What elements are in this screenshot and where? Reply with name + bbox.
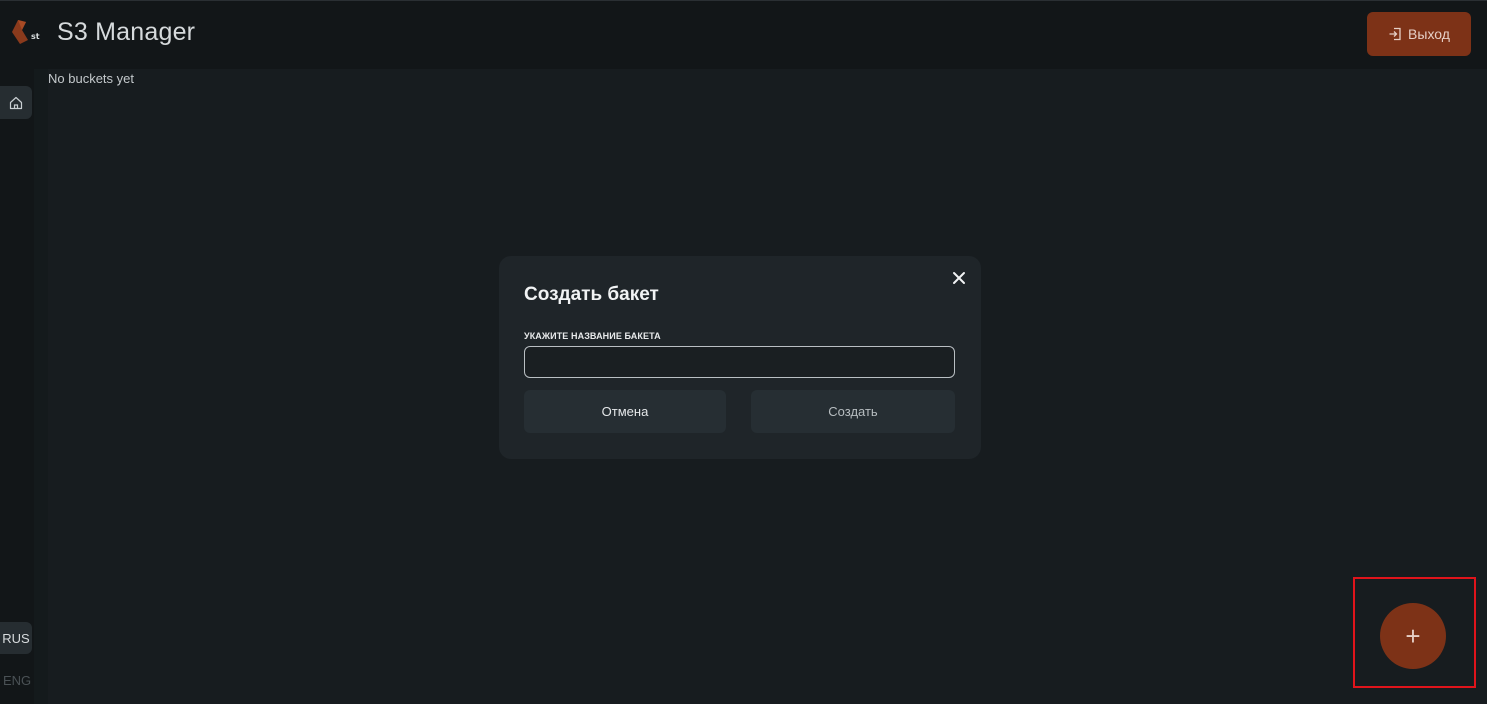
language-eng-button[interactable]: ENG [3,673,31,688]
dialog-title: Создать бакет [524,284,659,305]
logout-icon [1389,27,1401,41]
logout-button[interactable]: Выход [1367,12,1471,56]
empty-state-text: No buckets yet [48,71,134,86]
add-bucket-button[interactable]: + [1380,603,1446,669]
sidebar [0,69,34,704]
home-icon [9,96,23,109]
cancel-button[interactable]: Отмена [524,390,726,433]
app-logo: st [8,18,42,48]
app-title: S3 Manager [57,18,196,46]
logo-mark-icon: st [12,20,40,44]
dialog-close-button[interactable] [950,269,968,287]
bucket-name-input[interactable] [524,346,955,378]
app-header: st S3 Manager Выход [0,0,1487,69]
close-icon [953,272,965,284]
create-bucket-dialog: Создать бакет УКАЖИТЕ НАЗВАНИЕ БАКЕТА От… [499,256,981,459]
sidebar-gutter [34,69,48,704]
create-button[interactable]: Создать [751,390,955,433]
bucket-name-label: УКАЖИТЕ НАЗВАНИЕ БАКЕТА [524,331,661,341]
sidebar-item-home[interactable] [0,86,32,119]
language-rus-button[interactable]: RUS [0,622,32,654]
plus-icon: + [1405,620,1421,651]
logout-label: Выход [1408,26,1450,42]
logo-text: st [31,32,40,41]
